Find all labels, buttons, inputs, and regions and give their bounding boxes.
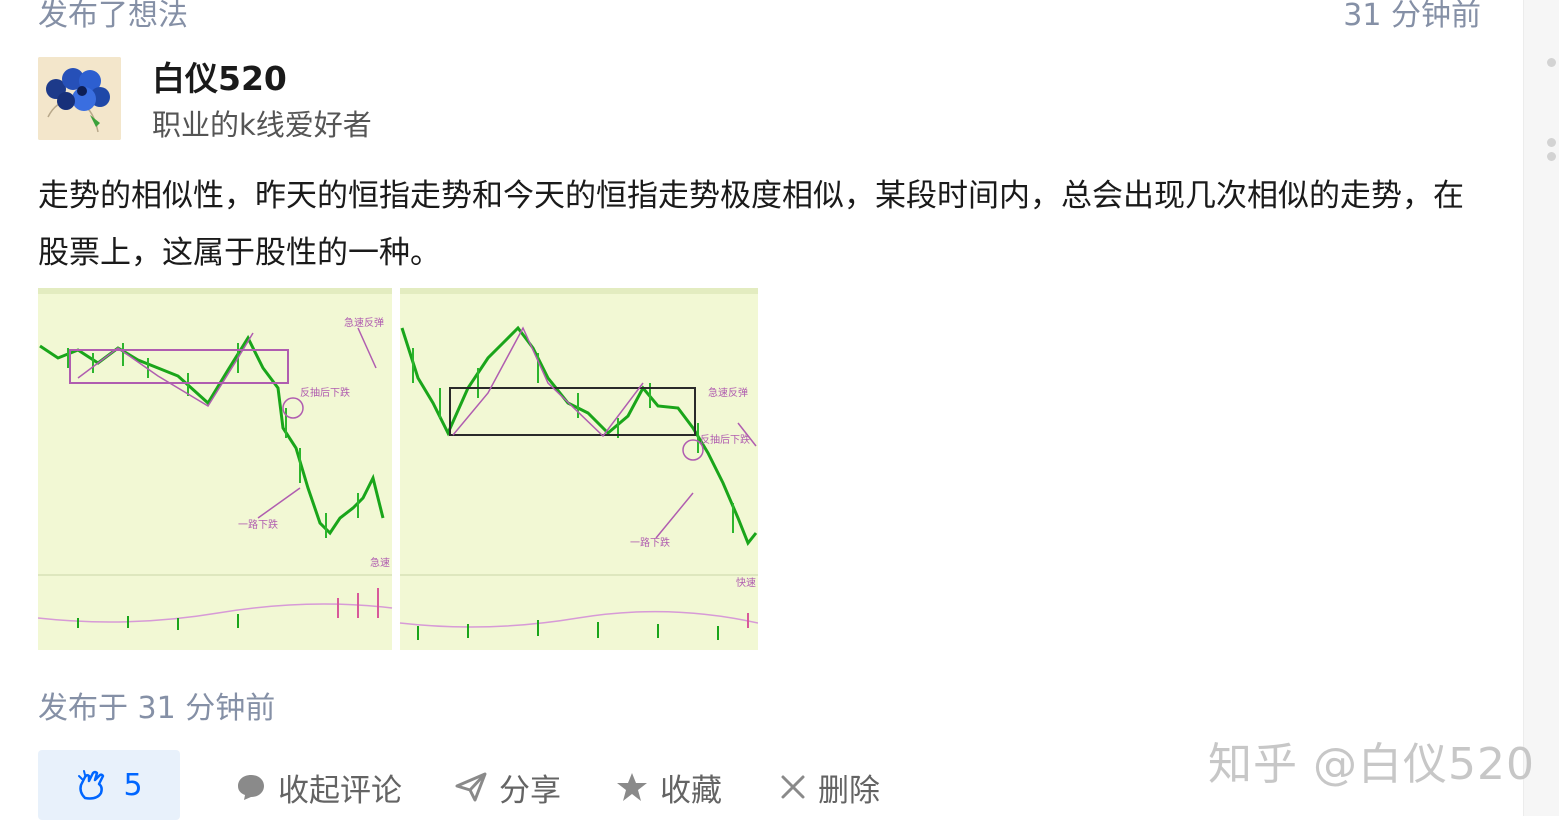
scroll-dot [1547, 58, 1556, 67]
annotation-left-3: 一路下跌 [238, 518, 278, 531]
publish-time: 发布于 31 分钟前 [38, 691, 276, 726]
activity-time: 31 分钟前 [1343, 0, 1481, 33]
delete-label: 删除 [818, 772, 880, 809]
post-text: 走势的相似性，昨天的恒指走势和今天的恒指走势极度相似，某段时间内，总会出现几次相… [38, 178, 1464, 271]
annotation-right-1: 急速反弹 [708, 386, 748, 399]
annotation-right-2: 反抽后下跌 [700, 433, 750, 446]
comment-icon [238, 775, 264, 800]
star-icon [617, 773, 647, 801]
scroll-dot [1547, 152, 1556, 161]
watermark: 知乎 @白仪520 [1208, 739, 1535, 790]
delete-button[interactable]: 删除 [780, 764, 880, 810]
author-name[interactable]: 白仪520 [152, 52, 287, 100]
share-button[interactable]: 分享 [455, 764, 561, 810]
favorite-button[interactable]: 收藏 [616, 764, 722, 810]
flower-avatar-icon [38, 57, 121, 140]
share-icon [455, 772, 487, 802]
scroll-dot [1547, 138, 1556, 147]
clap-icon [78, 770, 105, 800]
close-icon [781, 775, 805, 799]
collapse-comments-label: 收起评论 [278, 772, 402, 809]
collapse-comments-button[interactable]: 收起评论 [236, 764, 402, 810]
like-count: 5 [123, 767, 143, 803]
favorite-label: 收藏 [660, 772, 722, 809]
avatar[interactable] [38, 57, 121, 140]
share-label: 分享 [499, 772, 561, 809]
annotation-right-4: 快速 [736, 577, 756, 589]
author-bio: 职业的k线爱好者 [152, 108, 372, 142]
stock-chart-image[interactable]: 急速反弹 反抽后下跌 一路下跌 急速 急速反弹 反抽后下跌 一路下跌 快速 [38, 288, 758, 650]
like-button[interactable]: 5 [38, 750, 180, 820]
annotation-left-4: 急速 [370, 556, 390, 569]
annotation-left-1: 急速反弹 [344, 316, 384, 329]
annotation-left-2: 反抽后下跌 [300, 386, 350, 399]
scrollbar-track[interactable] [1523, 0, 1559, 816]
annotation-right-3: 一路下跌 [630, 536, 670, 549]
activity-action: 发布了想法 [38, 0, 188, 33]
